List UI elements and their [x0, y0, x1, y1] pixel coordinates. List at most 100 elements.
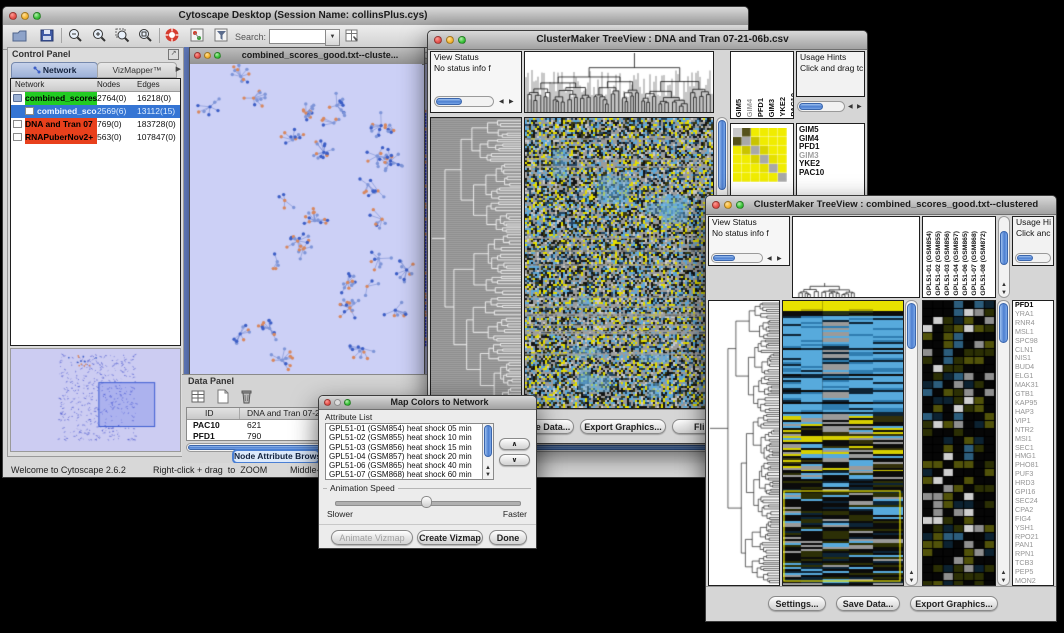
inner-titlebar[interactable]: combined_scores_good.txt--cluste...	[190, 48, 424, 65]
col-edges[interactable]: Edges	[137, 80, 160, 89]
close-icon[interactable]	[324, 399, 331, 406]
vizmapper-icon[interactable]	[189, 27, 206, 44]
network-row[interactable]: DNA and Tran 07769(0)183728(0)	[11, 118, 180, 131]
tv2-hints-scrollbar[interactable]	[1015, 253, 1051, 263]
settings-button[interactable]: Settings...	[768, 596, 826, 611]
close-icon[interactable]	[434, 36, 442, 44]
dialog-titlebar[interactable]: Map Colors to Network	[319, 396, 536, 410]
scroll-down-icon[interactable]: ▼	[906, 578, 917, 584]
column-label[interactable]: GIM3	[767, 99, 777, 117]
zoom-fit-icon[interactable]	[137, 27, 154, 44]
column-dendrogram-canvas[interactable]	[525, 52, 713, 112]
zoom-in-icon[interactable]	[91, 27, 108, 44]
heatmap-canvas[interactable]	[525, 118, 713, 408]
column-label[interactable]: GPL51-01 (GSM854)	[925, 231, 934, 296]
open-session-icon[interactable]	[11, 27, 28, 44]
tv1-status-scrollbar[interactable]	[434, 96, 494, 107]
scroll-thumb[interactable]	[907, 303, 916, 349]
column-label[interactable]: GPL51-03 (GSM856)	[943, 231, 952, 296]
filter-icon[interactable]	[213, 27, 230, 44]
animate-vizmap-button[interactable]: Animate Vizmap	[331, 530, 413, 545]
scroll-up-icon[interactable]: ▲	[998, 570, 1009, 576]
similarity-matrix-canvas[interactable]	[733, 128, 787, 182]
tv1-hints-scrollbar[interactable]	[797, 101, 845, 112]
minimize-icon[interactable]	[446, 36, 454, 44]
scroll-right-icon[interactable]: ▶	[509, 98, 514, 105]
minimize-icon[interactable]	[724, 201, 732, 209]
attribute-item[interactable]: GPL51-03 (GSM856) heat shock 15 min	[326, 443, 482, 452]
main-titlebar[interactable]: Cytoscape Desktop (Session Name: collins…	[3, 7, 748, 26]
zoom-out-icon[interactable]	[67, 27, 84, 44]
export-graphics-button[interactable]: Export Graphics...	[580, 419, 666, 434]
zoom-heatmap-canvas[interactable]	[923, 301, 995, 585]
attribute-browser-icon[interactable]	[344, 27, 361, 44]
scroll-thumb[interactable]	[718, 120, 726, 190]
move-up-button[interactable]: ∧	[499, 438, 530, 450]
tv2-column-dendrogram[interactable]	[792, 216, 920, 298]
export-graphics-button[interactable]: Export Graphics...	[910, 596, 998, 611]
attribute-item[interactable]: GPL51-01 (GSM854) heat shock 05 min	[326, 424, 482, 433]
close-icon[interactable]	[712, 201, 720, 209]
row-dendrogram-canvas[interactable]	[709, 301, 779, 585]
move-down-button[interactable]: ∨	[499, 454, 530, 466]
done-button[interactable]: Done	[489, 530, 527, 545]
node-attribute-browser-tab[interactable]: Node Attribute Brows	[232, 449, 320, 464]
attribute-list-vscrollbar[interactable]: ▲ ▼	[482, 424, 493, 479]
column-label[interactable]: PAC10	[789, 93, 794, 117]
col-nodes[interactable]: Nodes	[97, 80, 120, 89]
column-label[interactable]: GPL51-02 (GSM855)	[934, 231, 943, 296]
close-icon[interactable]	[194, 52, 201, 59]
column-label[interactable]: GIM5	[734, 99, 744, 117]
delete-attribute-icon[interactable]	[238, 388, 255, 405]
id-column-header[interactable]: ID	[205, 408, 214, 418]
save-session-icon[interactable]	[39, 27, 56, 44]
tv1-row-dendrogram[interactable]	[430, 117, 522, 409]
scroll-thumb[interactable]	[484, 425, 492, 457]
column-label[interactable]: YKE2	[778, 97, 788, 117]
save-data-button[interactable]: Save Data...	[836, 596, 900, 611]
scroll-up-icon[interactable]: ▲	[999, 282, 1009, 288]
scroll-left-icon[interactable]: ◀	[499, 98, 504, 105]
tv2-zoom-vscrollbar[interactable]: ▲ ▼	[997, 300, 1010, 586]
scroll-thumb[interactable]	[799, 103, 823, 110]
heatmap-canvas[interactable]	[783, 301, 903, 585]
scroll-thumb[interactable]	[1000, 231, 1008, 265]
create-vizmap-button[interactable]: Create Vizmap	[417, 530, 483, 545]
row-dendrogram-canvas[interactable]	[431, 118, 521, 408]
scroll-right-icon[interactable]: ▶	[857, 103, 862, 110]
column-label[interactable]: GIM4	[745, 99, 755, 117]
scroll-thumb[interactable]	[1017, 255, 1033, 261]
scroll-right-icon[interactable]: ▶	[777, 255, 782, 262]
column-label[interactable]: GPL51-07 (GSM868)	[970, 231, 979, 296]
network-overview-panel[interactable]	[10, 348, 181, 452]
new-attribute-icon[interactable]	[214, 388, 231, 405]
scroll-down-icon[interactable]: ▼	[998, 578, 1009, 584]
tv2-zoom-panel[interactable]	[922, 300, 996, 586]
column-dendrogram-canvas[interactable]	[793, 217, 919, 297]
treeview1-titlebar[interactable]: ClusterMaker TreeView : DNA and Tran 07-…	[428, 31, 867, 50]
float-panel-icon[interactable]: ↗	[168, 49, 179, 60]
scroll-up-icon[interactable]: ▲	[906, 570, 917, 576]
column-label[interactable]: GPL51-06 (GSM865)	[961, 231, 970, 296]
network-row[interactable]: combined_sco2569(6)13112(15)	[11, 105, 180, 118]
tv2-status-scrollbar[interactable]	[711, 253, 763, 263]
help-lifesaver-icon[interactable]	[164, 27, 181, 44]
scroll-thumb[interactable]	[999, 303, 1008, 343]
select-attributes-icon[interactable]	[190, 388, 207, 405]
scroll-thumb[interactable]	[713, 255, 735, 261]
tv2-row-dendrogram[interactable]	[708, 300, 780, 586]
tv2-heatmap[interactable]	[782, 300, 904, 586]
search-dropdown-button[interactable]: ▼	[325, 29, 340, 46]
tab-overflow-arrow[interactable]: ▶	[176, 65, 181, 73]
tab-network[interactable]: Network	[11, 62, 98, 78]
tv2-labels-vscrollbar[interactable]: ▲ ▼	[998, 216, 1010, 298]
treeview2-titlebar[interactable]: ClusterMaker TreeView : combined_scores_…	[706, 196, 1056, 215]
tab-vizmapper[interactable]: VizMapper™	[97, 62, 177, 78]
tv2-heatmap-vscrollbar[interactable]: ▲ ▼	[905, 300, 918, 586]
scroll-left-icon[interactable]: ◀	[767, 255, 772, 262]
network-window-a[interactable]: combined_scores_good.txt--cluste...	[189, 47, 425, 374]
zoom-selected-icon[interactable]	[114, 27, 131, 44]
scroll-thumb[interactable]	[436, 98, 462, 105]
tv1-heatmap[interactable]	[524, 117, 714, 409]
scroll-left-icon[interactable]: ◀	[848, 103, 853, 110]
